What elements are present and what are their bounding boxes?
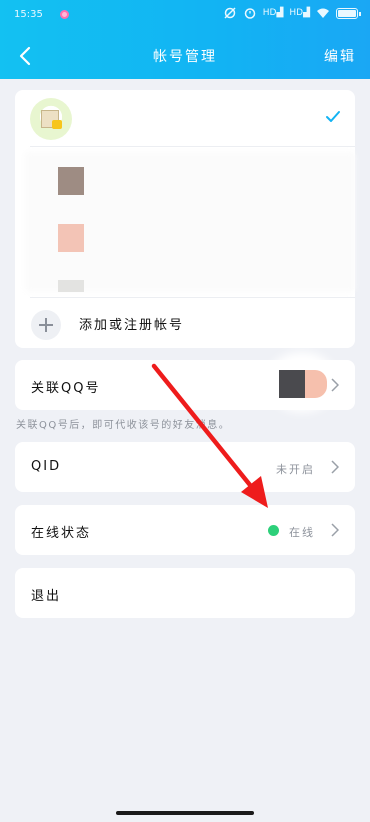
- qid-value: 未开启: [276, 463, 315, 476]
- wifi-icon: [317, 8, 329, 18]
- online-dot-icon: [268, 525, 279, 536]
- logout-label: 退出: [31, 589, 62, 604]
- blurred-avatar-2: [58, 224, 84, 252]
- plus-icon: [31, 310, 61, 340]
- link-qq-note: 关联QQ号后，即可代收该号的好友消息。: [16, 420, 231, 431]
- account-item-current[interactable]: [15, 90, 355, 146]
- status-time: 15:35: [14, 9, 43, 20]
- alarm-icon: [244, 8, 255, 19]
- signal-icon-2: HD▟: [289, 8, 310, 18]
- blurred-avatar-3: [58, 280, 84, 292]
- vpn-icon: [224, 7, 236, 19]
- avatar: [30, 98, 72, 140]
- qid-label: QID: [31, 459, 62, 474]
- online-status-label: 在线状态: [31, 526, 92, 541]
- status-icons: HD▟ HD▟: [223, 7, 361, 19]
- notification-app-icon: [60, 10, 69, 19]
- online-status-row[interactable]: 在线状态 在线: [15, 505, 355, 555]
- add-account-button[interactable]: 添加或注册帐号: [15, 298, 355, 348]
- signal-icon-1: HD▟: [262, 8, 284, 18]
- blurred-account-name: [85, 98, 185, 138]
- qid-row[interactable]: QID 未开启: [15, 442, 355, 492]
- page-title: 帐号管理: [153, 49, 217, 65]
- link-qq-label: 关联QQ号: [31, 381, 101, 396]
- online-status-value: 在线: [289, 526, 315, 539]
- add-account-label: 添加或注册帐号: [79, 318, 185, 333]
- chevron-right-icon: [331, 460, 339, 474]
- account-list-card: 添加或注册帐号: [15, 90, 355, 348]
- header-bar: 15:35 HD▟ HD▟ 帐号管理 编辑: [0, 0, 370, 79]
- edit-button[interactable]: 编辑: [324, 46, 356, 66]
- link-qq-row[interactable]: 关联QQ号: [15, 352, 355, 412]
- check-icon: [326, 111, 340, 122]
- chevron-right-icon: [331, 378, 339, 392]
- chevron-right-icon: [331, 523, 339, 537]
- logout-button[interactable]: 退出: [15, 568, 355, 618]
- battery-icon: [336, 7, 361, 19]
- home-indicator[interactable]: [116, 811, 254, 815]
- account-item-blurred[interactable]: [15, 147, 355, 297]
- status-bar: 15:35 HD▟ HD▟: [0, 0, 370, 30]
- linked-qq-avatar: [267, 352, 337, 412]
- blurred-avatar-1: [58, 167, 84, 195]
